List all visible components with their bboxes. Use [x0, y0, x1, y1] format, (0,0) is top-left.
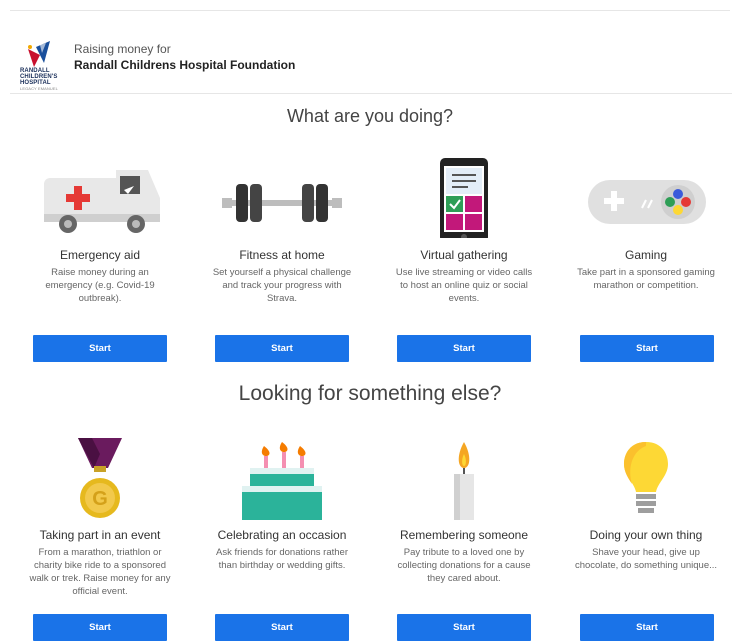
card-description: From a marathon, triathlon or charity bi…	[29, 547, 171, 597]
card-title: Gaming	[624, 248, 668, 262]
card-title: Fitness at home	[239, 248, 325, 262]
card-description: Raise money during an emergency (e.g. Co…	[45, 267, 155, 304]
card-description: Use live streaming or video calls to hos…	[395, 267, 533, 304]
top-divider	[10, 10, 730, 11]
svg-text:G: G	[92, 488, 108, 510]
card-description: Ask friends for donations rather than bi…	[215, 547, 348, 571]
card-title: Virtual gathering	[420, 248, 508, 262]
medal-icon: G	[78, 438, 122, 518]
raising-label: Raising money for	[74, 42, 171, 56]
start-button-celebrating-occasion[interactable]: Start	[215, 614, 349, 641]
start-button-taking-part-event[interactable]: Start	[33, 614, 167, 641]
start-button-fitness-at-home[interactable]: Start	[215, 335, 349, 362]
page-header: RANDALL CHILDREN'S HOSPITAL LEGACY EMANU…	[10, 12, 732, 94]
section-title-what-doing: What are you doing?	[286, 106, 454, 126]
start-button-virtual-gathering[interactable]: Start	[397, 335, 531, 362]
start-button-doing-own-thing[interactable]: Start	[580, 614, 714, 641]
card-description: Take part in a sponsored gaming marathon…	[577, 267, 715, 291]
start-button-emergency-aid[interactable]: Start	[33, 335, 167, 362]
dumbbell-icon	[222, 184, 342, 222]
section-title-something-else: Looking for something else?	[238, 382, 502, 405]
charity-name: Randall Childrens Hospital Foundation	[74, 58, 296, 72]
ambulance-icon	[44, 170, 160, 233]
card-description: Pay tribute to a loved one by collecting…	[397, 547, 531, 584]
card-title: Emergency aid	[59, 248, 141, 262]
card-title: Taking part in an event	[39, 528, 161, 542]
start-button-gaming[interactable]: Start	[580, 335, 714, 362]
lightbulb-icon	[624, 442, 668, 513]
card-description: Shave your head, give up chocolate, do s…	[574, 547, 718, 571]
card-description: Set yourself a physical challenge and tr…	[212, 267, 352, 304]
cake-icon	[242, 442, 322, 520]
card-title: Doing your own thing	[589, 528, 703, 542]
smartphone-icon	[440, 158, 488, 238]
card-title: Remembering someone	[399, 528, 529, 542]
candle-icon	[454, 442, 474, 520]
gamepad-icon	[588, 180, 706, 224]
hospital-logo-text: RANDALL CHILDREN'S HOSPITAL LEGACY EMANU…	[20, 68, 59, 91]
card-title: Celebrating an occasion	[217, 528, 347, 542]
start-button-remembering-someone[interactable]: Start	[397, 614, 531, 641]
